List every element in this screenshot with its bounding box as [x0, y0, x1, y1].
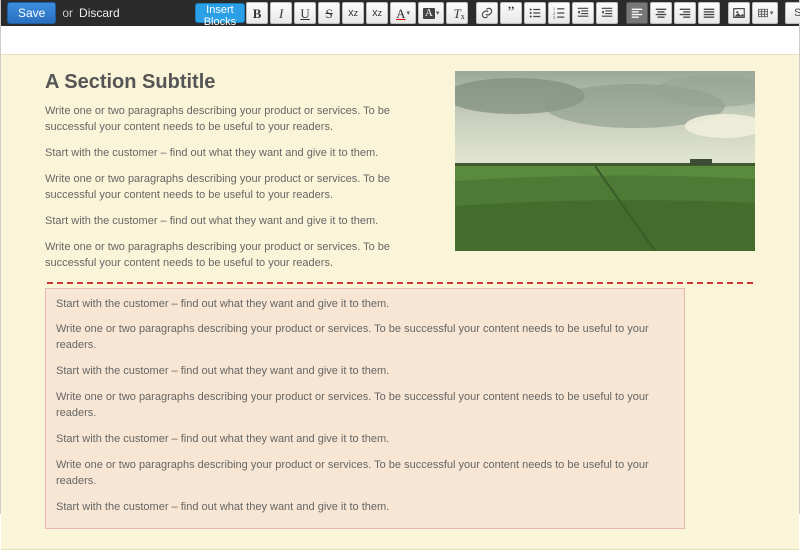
- superscript-button[interactable]: xz: [366, 2, 388, 24]
- align-justify-button[interactable]: [698, 2, 720, 24]
- paragraph[interactable]: Start with the customer – find out what …: [45, 214, 433, 230]
- clear-formatting-button[interactable]: Tx: [446, 2, 468, 24]
- section-image[interactable]: [455, 71, 755, 251]
- paragraph[interactable]: Start with the customer – find out what …: [56, 432, 674, 448]
- section-subtitle[interactable]: A Section Subtitle: [45, 71, 433, 94]
- insert-blocks-button[interactable]: Insert Blocks: [195, 3, 245, 23]
- content-section: A Section Subtitle Write one or two para…: [1, 54, 799, 550]
- paragraph[interactable]: Write one or two paragraphs describing y…: [56, 322, 674, 354]
- editor-toolbar: Save or Discard Insert Blocks B I U S xz…: [1, 0, 799, 26]
- link-button[interactable]: [476, 2, 498, 24]
- paragraph[interactable]: Write one or two paragraphs describing y…: [56, 390, 674, 422]
- paragraph[interactable]: Start with the customer – find out what …: [56, 297, 674, 313]
- paragraph[interactable]: Start with the customer – find out what …: [45, 146, 433, 162]
- paragraph[interactable]: Write one or two paragraphs describing y…: [45, 172, 433, 204]
- save-button[interactable]: Save: [7, 2, 56, 24]
- paragraph[interactable]: Write one or two paragraphs describing y…: [45, 240, 433, 272]
- strikethrough-button[interactable]: S: [318, 2, 340, 24]
- paragraph[interactable]: Start with the customer – find out what …: [56, 364, 674, 380]
- paragraph[interactable]: Write one or two paragraphs describing y…: [56, 458, 674, 490]
- text-color-button[interactable]: A▾: [390, 2, 416, 24]
- align-right-button[interactable]: [674, 2, 696, 24]
- bold-button[interactable]: B: [246, 2, 268, 24]
- align-left-button[interactable]: [626, 2, 648, 24]
- background-color-button[interactable]: A▾: [418, 2, 444, 24]
- paragraph[interactable]: Start with the customer – find out what …: [56, 500, 674, 516]
- outdent-button[interactable]: [572, 2, 594, 24]
- align-center-button[interactable]: [650, 2, 672, 24]
- table-button[interactable]: ▾: [752, 2, 778, 24]
- overflow-marker-line: [47, 282, 753, 284]
- subscript-button[interactable]: xz: [342, 2, 364, 24]
- indent-button[interactable]: [596, 2, 618, 24]
- text-column: A Section Subtitle Write one or two para…: [45, 71, 433, 282]
- paragraph[interactable]: Write one or two paragraphs describing y…: [45, 104, 433, 136]
- quote-button[interactable]: ”: [500, 2, 522, 24]
- image-button[interactable]: [728, 2, 750, 24]
- image-column: [455, 71, 755, 282]
- discard-button[interactable]: Discard: [79, 6, 120, 20]
- underline-button[interactable]: U: [294, 2, 316, 24]
- styles-dropdown[interactable]: Styles: [785, 2, 800, 24]
- italic-button[interactable]: I: [270, 2, 292, 24]
- svg-text:3: 3: [553, 15, 556, 20]
- ordered-list-button[interactable]: 123: [548, 2, 570, 24]
- overflow-region: Start with the customer – find out what …: [45, 288, 685, 529]
- or-label: or: [62, 6, 73, 20]
- editor-canvas[interactable]: A Section Subtitle Write one or two para…: [1, 26, 799, 514]
- unordered-list-button[interactable]: [524, 2, 546, 24]
